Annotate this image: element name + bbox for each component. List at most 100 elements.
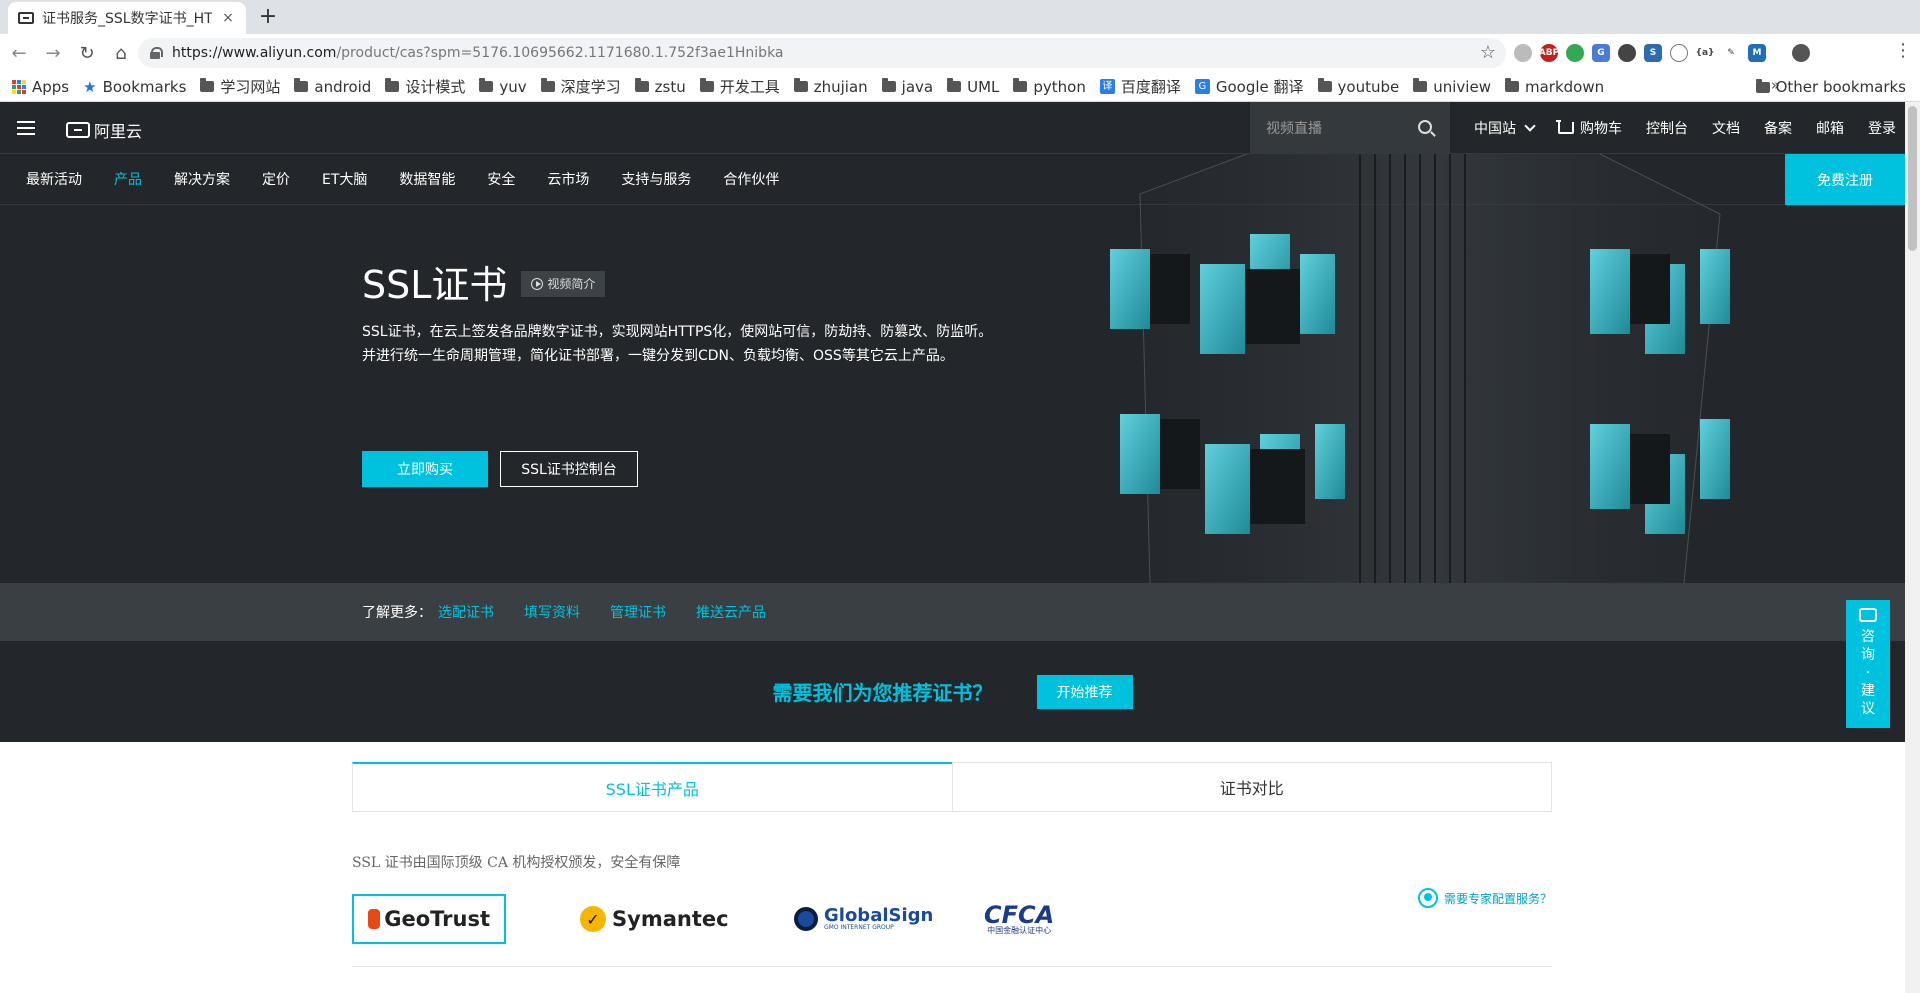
extension-s-icon[interactable]: S bbox=[1644, 44, 1662, 62]
products-intro: SSL 证书由国际顶级 CA 机构授权颁发，安全有保障 bbox=[352, 855, 681, 871]
bookmark-folder[interactable]: zstu bbox=[634, 78, 686, 96]
folder-icon bbox=[793, 78, 808, 92]
nav-item-products[interactable]: 产品 bbox=[114, 169, 142, 189]
bookmark-baidu-translate[interactable]: 译百度翻译 bbox=[1099, 76, 1181, 97]
nav-item-marketplace[interactable]: 云市场 bbox=[547, 169, 589, 189]
chrome-extension-icon[interactable] bbox=[1566, 44, 1584, 62]
ssl-console-button[interactable]: SSL证书控制台 bbox=[500, 451, 638, 487]
folder-icon bbox=[1413, 78, 1428, 92]
star-icon: ★ bbox=[83, 77, 97, 96]
nav-item-security[interactable]: 安全 bbox=[487, 169, 515, 189]
bookmark-folder[interactable]: 设计模式 bbox=[385, 76, 465, 97]
chat-icon bbox=[1859, 608, 1877, 622]
learn-link-select-cert[interactable]: 选配证书 bbox=[438, 602, 494, 622]
extension-m-icon[interactable]: M bbox=[1748, 44, 1766, 62]
adblock-icon[interactable]: ABP bbox=[1539, 44, 1559, 62]
nav-item-activities[interactable]: 最新活动 bbox=[26, 169, 82, 189]
folder-icon bbox=[634, 78, 649, 92]
reload-icon[interactable]: ↻ bbox=[72, 38, 102, 68]
nav-item-data-intelligence[interactable]: 数据智能 bbox=[399, 169, 455, 189]
docs-link[interactable]: 文档 bbox=[1700, 118, 1752, 138]
bookmark-folder[interactable]: 学习网站 bbox=[200, 76, 280, 97]
translate-extension-icon[interactable]: G bbox=[1592, 44, 1610, 62]
search-input[interactable]: 视频直播 bbox=[1250, 102, 1450, 154]
browser-menu-icon[interactable]: ⋮ bbox=[1894, 40, 1912, 61]
bookmark-folder[interactable]: 开发工具 bbox=[699, 76, 780, 97]
bookmark-folder[interactable]: android bbox=[294, 78, 371, 96]
bookmark-bookmarks[interactable]: ★ Bookmarks bbox=[83, 78, 186, 96]
page-scrollbar[interactable] bbox=[1905, 102, 1920, 993]
nav-item-support[interactable]: 支持与服务 bbox=[621, 169, 691, 189]
video-intro-button[interactable]: 视频简介 bbox=[521, 270, 606, 297]
bookmark-folder[interactable]: youtube bbox=[1317, 78, 1399, 96]
browser-tab[interactable]: 证书服务_SSL数字证书_HT × bbox=[8, 2, 246, 34]
lock-icon bbox=[150, 47, 163, 59]
bookmark-folder[interactable]: python bbox=[1013, 78, 1086, 96]
back-arrow-icon[interactable]: ← bbox=[4, 38, 34, 68]
bookmark-folder[interactable]: UML bbox=[947, 78, 999, 96]
geotrust-logo-icon bbox=[368, 909, 381, 929]
recommend-section: 需要我们为您推荐证书？ 开始推荐 bbox=[0, 641, 1905, 742]
product-tabs: SSL证书产品 证书对比 bbox=[352, 762, 1552, 812]
search-icon[interactable] bbox=[1418, 120, 1432, 134]
new-tab-button[interactable]: + bbox=[254, 4, 282, 32]
folder-icon bbox=[479, 78, 494, 92]
folder-icon bbox=[1013, 78, 1028, 92]
brand-globalsign[interactable]: GlobalSign GMO INTERNET GROUP bbox=[794, 894, 933, 944]
expert-service-link[interactable]: 需要专家配置服务？ bbox=[1417, 888, 1552, 908]
extension-dark-icon[interactable] bbox=[1618, 44, 1636, 62]
aliyun-logo-icon bbox=[66, 122, 90, 138]
extension-circle-icon[interactable] bbox=[1514, 44, 1532, 62]
address-bar[interactable]: https://www.aliyun.com/product/cas?spm=5… bbox=[138, 38, 1506, 68]
nav-item-pricing[interactable]: 定价 bbox=[262, 169, 290, 189]
json-extension-icon[interactable]: {a} bbox=[1696, 44, 1714, 62]
tab-cert-compare[interactable]: 证书对比 bbox=[951, 762, 1552, 812]
cart-link[interactable]: 购物车 bbox=[1546, 118, 1634, 138]
login-link[interactable]: 登录 bbox=[1856, 118, 1905, 138]
learn-more-label: 了解更多： bbox=[362, 605, 432, 621]
scrollbar-thumb[interactable] bbox=[1908, 106, 1917, 251]
learn-link-fill-info[interactable]: 填写资料 bbox=[524, 602, 580, 622]
buy-now-button[interactable]: 立即购买 bbox=[362, 451, 488, 487]
brand-cfca[interactable]: CFCA 中国金融认证中心 bbox=[984, 894, 1054, 944]
bookmark-star-icon[interactable]: ☆ bbox=[1480, 42, 1496, 63]
icp-link[interactable]: 备案 bbox=[1752, 118, 1804, 138]
nav-item-et-brain[interactable]: ET大脑 bbox=[322, 169, 367, 189]
brand-geotrust[interactable]: GeoTrust bbox=[352, 894, 506, 944]
extensions-row: ABP G S {a} ✎ M bbox=[1514, 38, 1810, 68]
extension-outline-icon[interactable] bbox=[1670, 44, 1688, 62]
region-selector[interactable]: 中国站 bbox=[1462, 118, 1546, 138]
learn-link-push-cloud[interactable]: 推送云产品 bbox=[696, 602, 766, 622]
tab-ssl-products[interactable]: SSL证书产品 bbox=[352, 762, 952, 812]
home-icon[interactable]: ⌂ bbox=[106, 38, 136, 68]
aliyun-favicon-icon bbox=[18, 12, 34, 24]
nav-item-solutions[interactable]: 解决方案 bbox=[174, 169, 230, 189]
forward-arrow-icon[interactable]: → bbox=[38, 38, 68, 68]
bookmark-folder[interactable]: 深度学习 bbox=[540, 76, 621, 97]
bookmark-google-translate[interactable]: G Google 翻译 bbox=[1194, 76, 1304, 97]
browser-toolbar: ← → ↻ ⌂ https://www.aliyun.com/product/c… bbox=[0, 34, 1920, 72]
learn-link-manage-cert[interactable]: 管理证书 bbox=[610, 602, 666, 622]
aliyun-logo[interactable]: 阿里云 bbox=[66, 118, 142, 142]
bookmark-folder[interactable]: markdown bbox=[1504, 78, 1604, 96]
nav-item-partners[interactable]: 合作伙伴 bbox=[723, 169, 779, 189]
bookmark-folder[interactable]: java bbox=[881, 78, 933, 96]
consult-feedback-button[interactable]: 咨 询 · 建 议 bbox=[1846, 600, 1890, 728]
bookmark-apps[interactable]: Apps bbox=[12, 78, 69, 96]
hero-cubes-illustration bbox=[1110, 154, 1730, 625]
bookmark-folder[interactable]: uniview bbox=[1413, 78, 1491, 96]
menu-icon[interactable] bbox=[17, 121, 35, 135]
brand-symantec[interactable]: ✓ Symantec bbox=[580, 894, 729, 944]
bookmark-folder[interactable]: yuv bbox=[479, 78, 527, 96]
learn-more-bar: 了解更多： 选配证书 填写资料 管理证书 推送云产品 bbox=[0, 583, 1905, 641]
pen-extension-icon[interactable]: ✎ bbox=[1722, 44, 1740, 62]
console-link[interactable]: 控制台 bbox=[1634, 118, 1700, 138]
register-button[interactable]: 免费注册 bbox=[1785, 154, 1905, 205]
close-tab-icon[interactable]: × bbox=[220, 10, 236, 26]
bookmark-folder[interactable]: zhujian bbox=[793, 78, 868, 96]
mail-link[interactable]: 邮箱 bbox=[1804, 118, 1856, 138]
other-bookmarks[interactable]: Other bookmarks bbox=[1755, 72, 1906, 102]
symantec-check-icon: ✓ bbox=[580, 906, 606, 932]
start-recommend-button[interactable]: 开始推荐 bbox=[1036, 674, 1133, 709]
avatar[interactable] bbox=[1792, 44, 1810, 62]
